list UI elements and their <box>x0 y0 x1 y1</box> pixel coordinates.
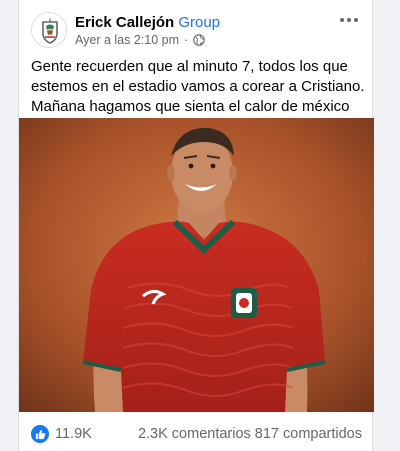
meta-separator: · <box>184 33 189 47</box>
post-timestamp[interactable]: Ayer a las 2:10 pm <box>75 33 179 47</box>
post-text: Gente recuerden que al minuto 7, todos l… <box>31 58 365 115</box>
author-name[interactable]: Erick Callejón <box>75 14 174 31</box>
post-header: Erick Callejón Group Ayer a las 2:10 pm … <box>31 10 362 50</box>
post-card: Erick Callejón Group Ayer a las 2:10 pm … <box>18 0 374 451</box>
group-label[interactable]: Group <box>178 14 220 31</box>
more-options-icon[interactable] <box>340 14 360 26</box>
group-avatar[interactable] <box>31 12 67 48</box>
globe-icon <box>193 34 205 46</box>
player-photo <box>19 118 374 412</box>
post-footer: 11.9K 2.3K comentarios 817 compartidos <box>31 423 362 445</box>
mexico-federation-crest-icon <box>32 13 66 47</box>
post-photo[interactable] <box>19 118 374 412</box>
post-stats: 2.3K comentarios 817 compartidos <box>138 426 362 442</box>
share-count[interactable]: 817 compartidos <box>255 426 362 442</box>
comment-count[interactable]: 2.3K comentarios <box>138 426 251 442</box>
post-meta: Ayer a las 2:10 pm · <box>75 33 205 47</box>
reaction-count[interactable]: 11.9K <box>55 426 92 442</box>
like-icon[interactable] <box>31 425 49 443</box>
post-author-line: Erick Callejón Group <box>75 14 220 31</box>
